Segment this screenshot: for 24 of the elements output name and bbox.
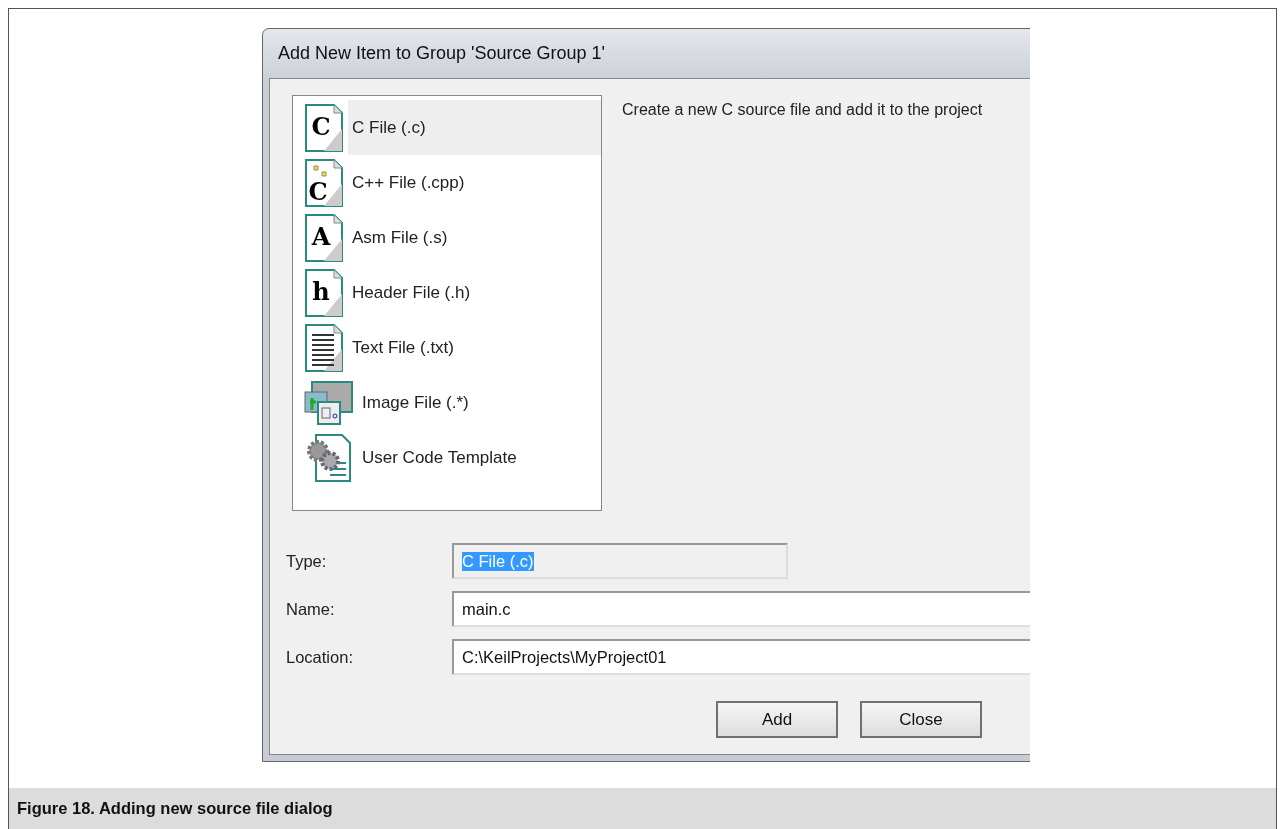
file-type-item[interactable]: Image File (.*) [358, 375, 601, 430]
input-field[interactable]: main.c [452, 591, 1030, 627]
field-label: Location: [286, 647, 354, 667]
file-type-item[interactable]: User Code Template [358, 430, 601, 485]
field-label: Type: [286, 551, 328, 571]
file-type-item[interactable]: C++ File (.cpp) [348, 155, 601, 210]
file-type-item[interactable]: C File (.c) [348, 100, 601, 155]
document-icon: C [304, 102, 344, 153]
figure-caption: Figure 18. Adding new source file dialog [9, 788, 1276, 829]
file-type-item[interactable]: Header File (.h) [348, 265, 601, 320]
dialog-button[interactable]: Close [860, 701, 982, 738]
text-document-icon [304, 322, 344, 373]
file-type-item[interactable]: Asm File (.s) [348, 210, 601, 265]
file-type-item[interactable]: Text File (.txt) [348, 320, 601, 375]
description-text: Create a new C source file and add it to the project [622, 100, 983, 120]
dialog-button[interactable]: Add [716, 701, 838, 738]
gears-document-icon [304, 432, 354, 483]
input-field[interactable]: C:\KeilProjects\MyProject01 [452, 639, 1030, 675]
document-icon: C [304, 157, 344, 208]
document-icon: h [304, 267, 344, 318]
image-files-icon [304, 379, 354, 426]
dialog-title: Add New Item to Group 'Source Group 1' [277, 42, 607, 65]
document-icon: A [304, 212, 344, 263]
field-label: Name: [286, 599, 336, 619]
